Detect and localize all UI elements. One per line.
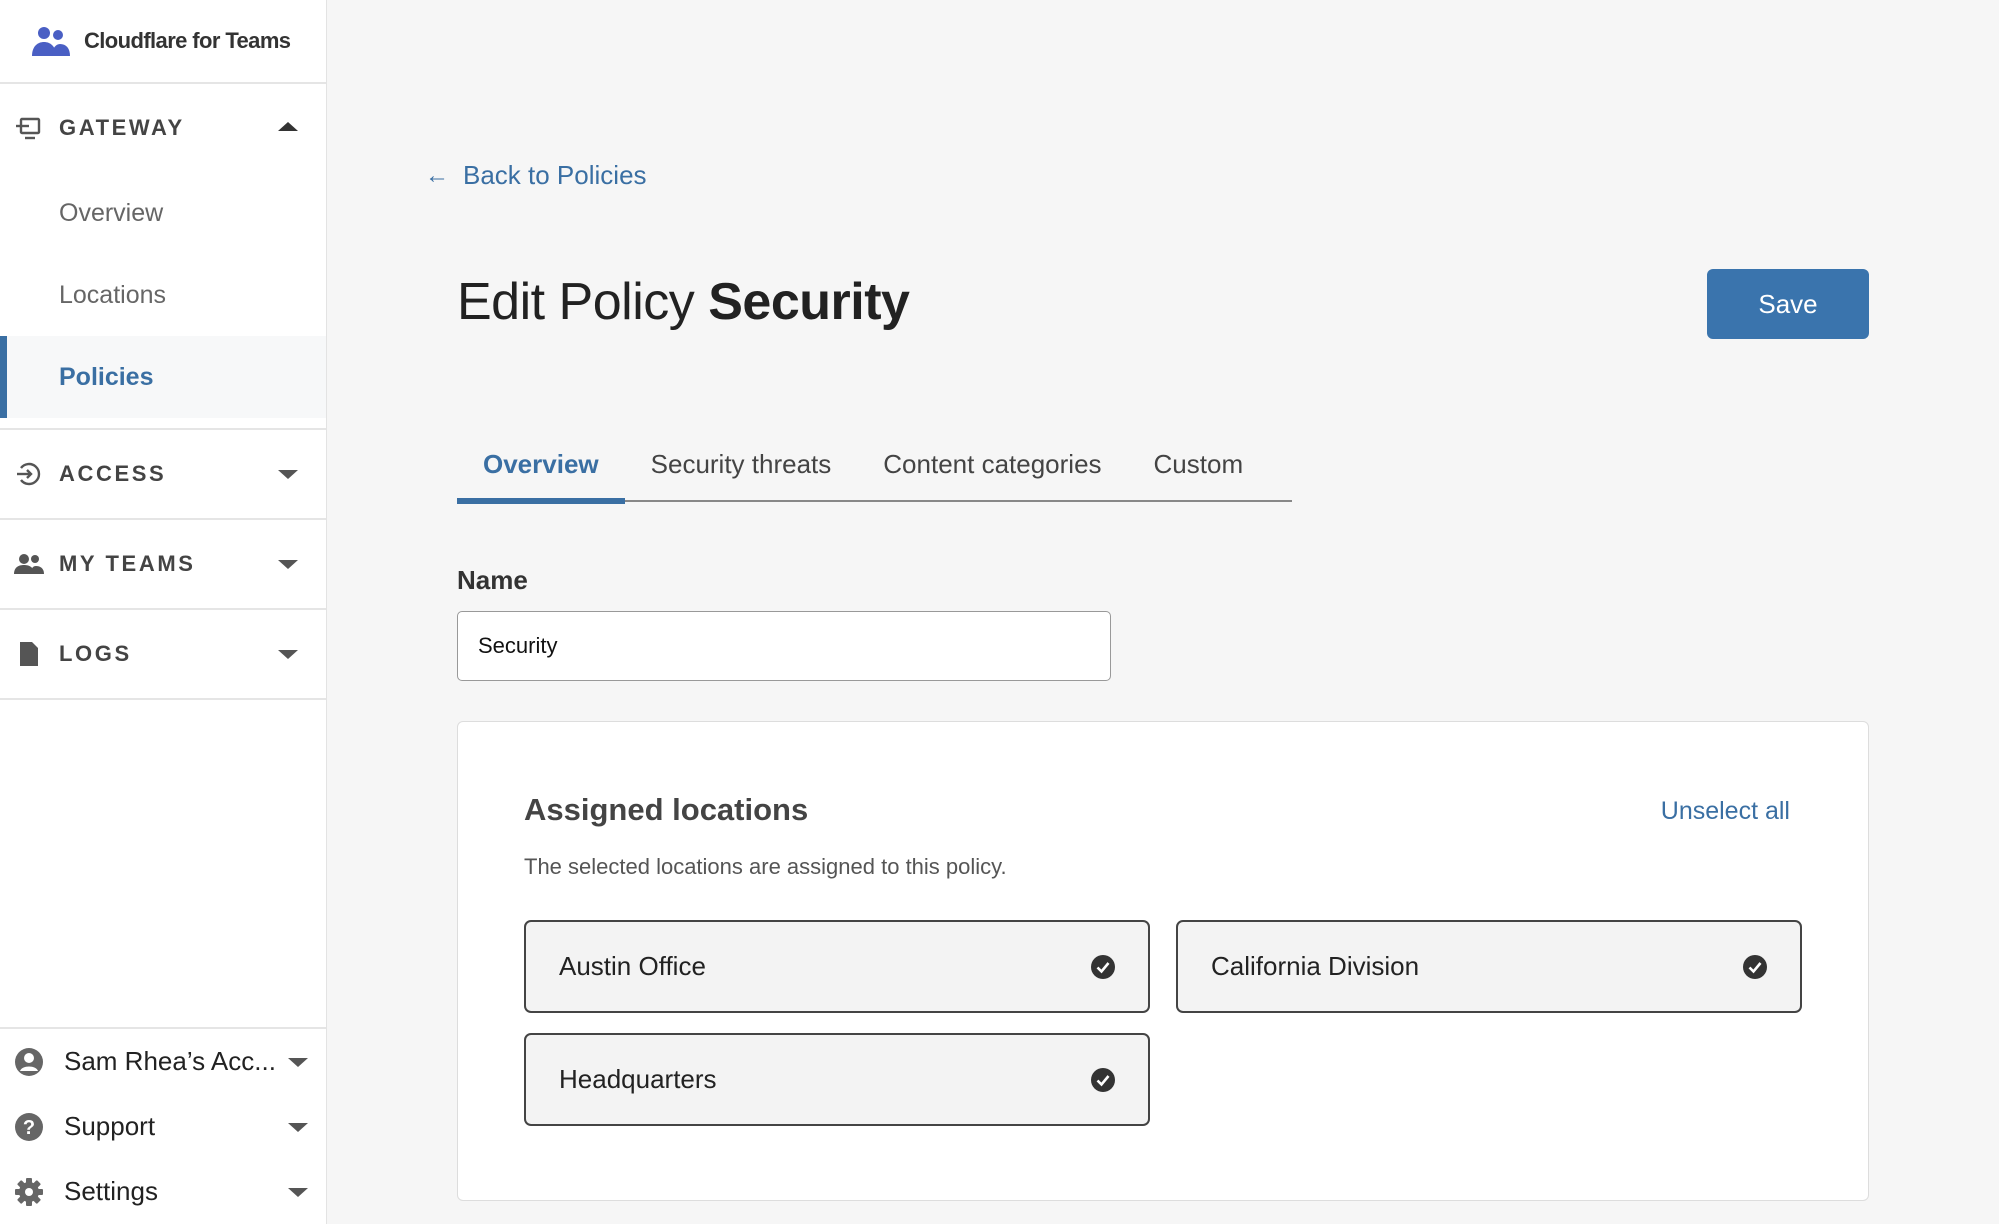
policy-tabs: Overview Security threats Content catego… — [457, 428, 1292, 504]
back-to-policies-link[interactable]: ← Back to Policies — [425, 160, 647, 191]
tab-content-categories[interactable]: Content categories — [857, 428, 1127, 500]
tab-overview[interactable]: Overview — [457, 428, 625, 504]
gateway-section-header[interactable]: GATEWAY — [0, 84, 326, 172]
location-label: Headquarters — [559, 1064, 717, 1094]
sidebar-footer: Sam Rhea’s Acc... ? Support Settings — [0, 1027, 326, 1224]
gateway-section-title: GATEWAY — [59, 115, 185, 140]
gateway-section: GATEWAY Overview Locations Policies — [0, 84, 326, 430]
access-section-title: ACCESS — [59, 461, 167, 486]
teams-logo-icon — [32, 27, 70, 56]
access-section-header[interactable]: ACCESS — [0, 430, 326, 518]
chevron-down-icon[interactable] — [288, 1187, 308, 1197]
assigned-locations-description: The selected locations are assigned to t… — [524, 854, 1007, 879]
gateway-icon — [14, 113, 44, 143]
policy-name-input[interactable] — [457, 611, 1111, 681]
logs-section-title: LOGS — [59, 641, 132, 666]
sidebar-item-overview[interactable]: Overview — [0, 172, 326, 254]
access-section: ACCESS — [0, 430, 326, 520]
page-title: Edit Policy Security — [457, 272, 910, 332]
check-circle-icon — [1091, 1067, 1115, 1092]
location-option-headquarters[interactable]: Headquarters — [524, 1033, 1150, 1126]
access-icon — [14, 459, 44, 489]
help-icon: ? — [14, 1112, 44, 1142]
brand-name: Cloudflare for Teams — [84, 28, 291, 53]
chevron-down-icon[interactable] — [288, 1057, 308, 1067]
chevron-up-icon[interactable] — [278, 122, 298, 131]
sidebar-item-policies[interactable]: Policies — [0, 336, 326, 418]
check-circle-icon — [1743, 954, 1767, 979]
unselect-all-link[interactable]: Unselect all — [1661, 797, 1790, 826]
chevron-down-icon[interactable] — [288, 1122, 308, 1132]
location-option-austin-office[interactable]: Austin Office — [524, 920, 1150, 1013]
assigned-locations-title: Assigned locations — [524, 792, 809, 827]
main-content: ← Back to Policies Edit Policy Security … — [327, 0, 1999, 1224]
name-field-label: Name — [457, 565, 528, 595]
chevron-down-icon[interactable] — [278, 470, 298, 479]
people-icon — [14, 549, 44, 579]
my-teams-section: MY TEAMS — [0, 520, 326, 610]
gear-icon — [14, 1177, 44, 1207]
svg-text:?: ? — [23, 1117, 35, 1139]
user-circle-icon — [14, 1047, 44, 1077]
page-title-prefix: Edit Policy — [457, 273, 695, 331]
check-circle-icon — [1091, 954, 1115, 979]
account-label: Sam Rhea’s Acc... — [64, 1046, 276, 1076]
assigned-locations-card: Assigned locations Unselect all The sele… — [457, 721, 1869, 1201]
tab-security-threats[interactable]: Security threats — [625, 428, 858, 500]
document-icon — [14, 639, 44, 669]
chevron-down-icon[interactable] — [278, 650, 298, 659]
location-label: Austin Office — [559, 951, 706, 981]
my-teams-section-header[interactable]: MY TEAMS — [0, 520, 326, 608]
gateway-sub-list: Overview Locations Policies — [0, 172, 326, 428]
sidebar: Cloudflare for Teams GATEWAY Overview Lo… — [0, 0, 327, 1224]
my-teams-section-title: MY TEAMS — [59, 551, 196, 576]
save-button[interactable]: Save — [1707, 269, 1869, 339]
settings-menu[interactable]: Settings — [0, 1159, 326, 1224]
logs-section: LOGS — [0, 610, 326, 700]
location-label: California Division — [1211, 951, 1420, 981]
account-menu[interactable]: Sam Rhea’s Acc... — [0, 1029, 326, 1094]
location-option-california-division[interactable]: California Division — [1176, 920, 1802, 1013]
logs-section-header[interactable]: LOGS — [0, 610, 326, 698]
page-title-policy-name: Security — [708, 273, 910, 331]
support-menu[interactable]: ? Support — [0, 1094, 326, 1159]
back-link-label: Back to Policies — [463, 160, 647, 190]
chevron-down-icon[interactable] — [278, 560, 298, 569]
tab-custom[interactable]: Custom — [1128, 428, 1270, 500]
support-label: Support — [64, 1111, 156, 1141]
brand-header[interactable]: Cloudflare for Teams — [0, 0, 326, 84]
settings-label: Settings — [64, 1176, 158, 1206]
sidebar-item-locations[interactable]: Locations — [0, 254, 326, 336]
arrow-left-icon: ← — [425, 161, 449, 189]
